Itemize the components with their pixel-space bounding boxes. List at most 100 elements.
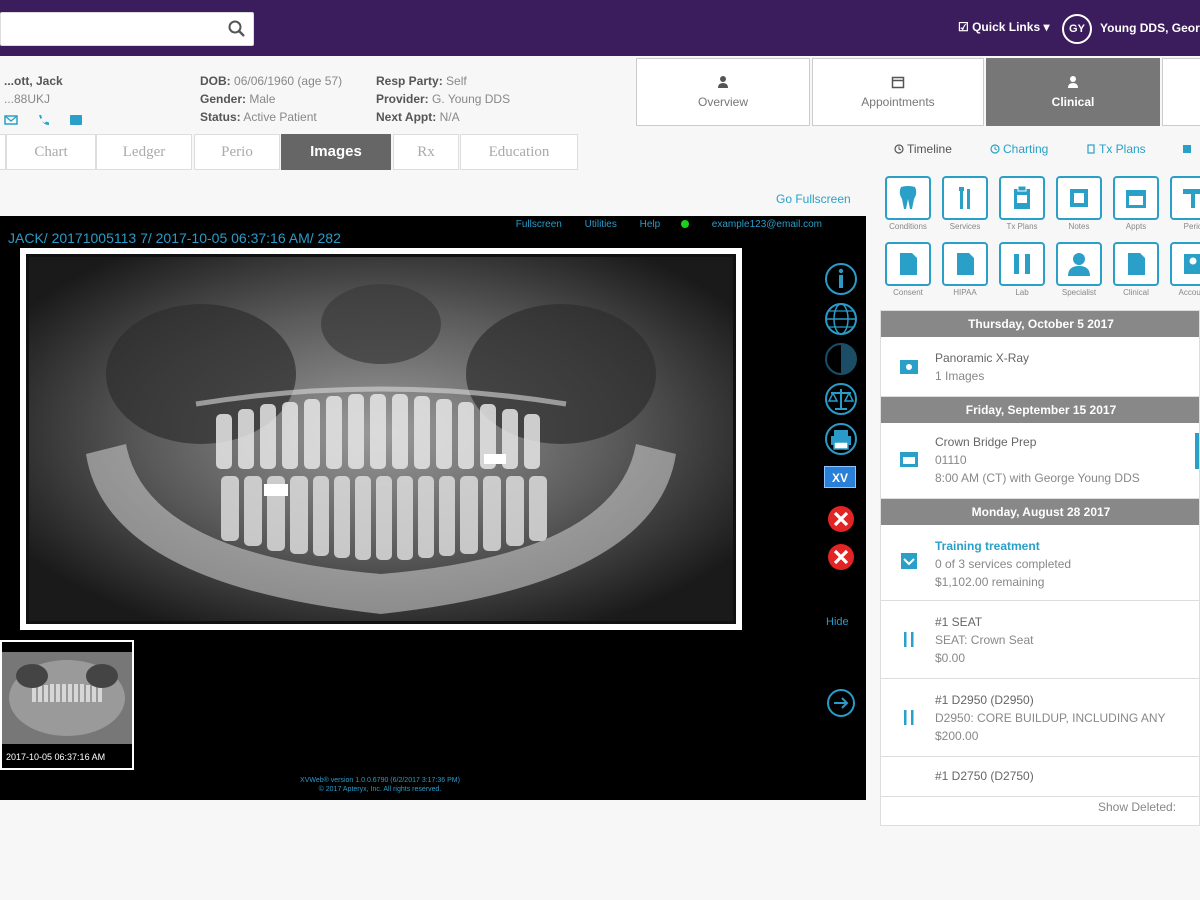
quick-icon-services[interactable]: Services <box>937 176 993 238</box>
checkbox-icon <box>1183 145 1191 153</box>
tab-ledger[interactable]: Ledger <box>96 134 192 170</box>
xv-button[interactable]: XV <box>824 466 856 488</box>
quick-icon-specialist[interactable]: Specialist <box>1051 242 1107 304</box>
viewer-version: XVWeb® version 1.0.0.6790 (6/2/2017 3:17… <box>300 777 460 784</box>
patient-id: ...88UKJ <box>4 92 51 106</box>
quick-links-menu[interactable]: ☑ Quick Links ▾ <box>958 20 1049 34</box>
quick-icon-perio[interactable]: Perio <box>1165 176 1200 238</box>
panoramic-xray-image[interactable] <box>26 254 736 624</box>
show-deleted-label: Show Deleted: <box>1098 800 1177 814</box>
calendar-icon <box>891 76 905 89</box>
hide-link[interactable]: Hide <box>826 616 849 628</box>
lab-icon <box>1014 254 1030 274</box>
balance-scale-icon[interactable] <box>824 382 858 416</box>
specialist-icon <box>1068 253 1090 276</box>
phone-icon[interactable] <box>36 114 50 126</box>
right-panel-tabs: Timeline Charting Tx Plans <box>880 136 1200 162</box>
xray-frame <box>20 248 742 630</box>
notes-icon <box>1070 189 1088 207</box>
tab-clinical-label: Clinical <box>1051 95 1095 109</box>
patient-next-appt: Next Appt: N/A <box>376 110 460 124</box>
quick-icon-clinical[interactable]: Clinical <box>1108 242 1164 304</box>
user-name[interactable]: Young DDS, George <box>1100 21 1200 35</box>
timeline-list: Thursday, October 5 2017 Panoramic X-Ray… <box>880 310 1200 826</box>
delete-icon[interactable] <box>824 502 858 536</box>
tab-perio[interactable]: Perio <box>194 134 280 170</box>
quick-icon-account[interactable]: Account <box>1165 242 1200 304</box>
tab-images[interactable]: Images <box>281 134 391 170</box>
delete-icon[interactable] <box>824 540 858 574</box>
email-icon[interactable] <box>4 114 18 126</box>
timeline-item[interactable]: Crown Bridge Prep 01110 8:00 AM (CT) wit… <box>881 423 1199 499</box>
tab-chart[interactable]: Chart <box>6 134 96 170</box>
tab-timeline[interactable]: Timeline <box>894 142 952 156</box>
perio-icon <box>1183 189 1200 208</box>
quick-icon-hipaa[interactable]: HIPAA <box>937 242 993 304</box>
globe-icon[interactable] <box>824 302 858 336</box>
tab-overview[interactable]: Overview <box>636 58 810 126</box>
search-icon[interactable] <box>227 19 247 39</box>
tab-appointments-label: Appointments <box>861 95 935 109</box>
clock-icon <box>990 144 1000 154</box>
tab-rx[interactable]: Rx <box>393 134 459 170</box>
tooth-icon <box>899 186 917 209</box>
calendar-icon <box>1126 190 1146 208</box>
tab-charting[interactable]: Charting <box>990 142 1048 156</box>
avatar[interactable]: GY <box>1062 14 1092 44</box>
main-tabs: Overview Appointments Clinical <box>636 56 1200 126</box>
patient-gender: Gender: Male <box>200 92 276 106</box>
timeline-item[interactable]: #1 SEAT SEAT: Crown Seat $0.00 <box>881 601 1199 679</box>
scroll-handle[interactable] <box>1195 433 1199 469</box>
viewer-menu: Fullscreen Utilities Help example123@ema… <box>496 219 822 230</box>
viewer-copyright: © 2017 Apteryx, Inc. All rights reserved… <box>318 786 442 793</box>
image-thumbnail[interactable]: 2017-10-05 06:37:16 AM <box>0 640 134 770</box>
account-icon <box>1184 254 1200 274</box>
tab-education[interactable]: Education <box>460 134 578 170</box>
go-fullscreen-link[interactable]: Go Fullscreen <box>776 192 851 206</box>
timeline-item[interactable]: Panoramic X-Ray 1 Images <box>881 337 1199 397</box>
treatment-plan-icon <box>901 553 917 569</box>
timeline-item[interactable]: Training treatment 0 of 3 services compl… <box>881 525 1199 601</box>
top-bar: ☑ Quick Links ▾ GY Young DDS, George <box>0 0 1200 56</box>
calendar-icon <box>900 452 918 467</box>
menu-fullscreen[interactable]: Fullscreen <box>516 219 562 230</box>
quick-icon-tx-plans[interactable]: Tx Plans <box>994 176 1050 238</box>
document-icon <box>1128 253 1145 275</box>
clipboard-icon <box>1014 185 1030 209</box>
search-input[interactable] <box>1 13 211 45</box>
timeline-item[interactable]: #1 D2950 (D2950) D2950: CORE BUILDUP, IN… <box>881 679 1199 757</box>
menu-help[interactable]: Help <box>640 219 661 230</box>
quick-icon-conditions[interactable]: Conditions <box>880 176 936 238</box>
tab-clinical[interactable]: Clinical <box>986 58 1160 126</box>
thumbnail-label: 2017-10-05 06:37:16 AM <box>6 752 106 762</box>
quick-icon-appts[interactable]: Appts <box>1108 176 1164 238</box>
tab-overview-label: Overview <box>697 95 748 109</box>
timeline-item[interactable]: #1 D2750 (D2750) <box>881 757 1199 797</box>
menu-utilities[interactable]: Utilities <box>585 219 617 230</box>
tab-more[interactable] <box>1162 58 1200 126</box>
clock-icon <box>894 144 904 154</box>
quick-icon-notes[interactable]: Notes <box>1051 176 1107 238</box>
search-box[interactable] <box>0 12 254 46</box>
quick-icon-consent[interactable]: Consent <box>880 242 936 304</box>
patient-dob: DOB: 06/06/1960 (age 57) <box>200 74 343 88</box>
message-icon[interactable] <box>69 114 83 126</box>
print-icon[interactable] <box>824 422 858 456</box>
quick-icon-lab[interactable]: Lab <box>994 242 1050 304</box>
tab-more-right[interactable] <box>1182 142 1195 156</box>
document-icon <box>1087 144 1095 154</box>
tab-appointments[interactable]: Appointments <box>812 58 984 126</box>
document-icon <box>900 253 917 275</box>
timeline-date-header: Friday, September 15 2017 <box>881 397 1199 423</box>
patient-name: ...ott, Jack <box>4 74 63 88</box>
patient-resp-party: Resp Party: Self <box>376 74 467 88</box>
arrow-right-icon[interactable] <box>826 688 856 718</box>
adjust-icon[interactable] <box>824 342 858 376</box>
thumbnail-xray-image <box>2 652 132 744</box>
patient-provider: Provider: G. Young DDS <box>376 92 511 106</box>
dental-tools-icon <box>904 710 914 725</box>
xray-image-icon <box>900 360 918 374</box>
tab-tx-plans[interactable]: Tx Plans <box>1086 142 1146 156</box>
timeline-date-header: Monday, August 28 2017 <box>881 499 1199 525</box>
info-icon[interactable] <box>824 262 858 296</box>
